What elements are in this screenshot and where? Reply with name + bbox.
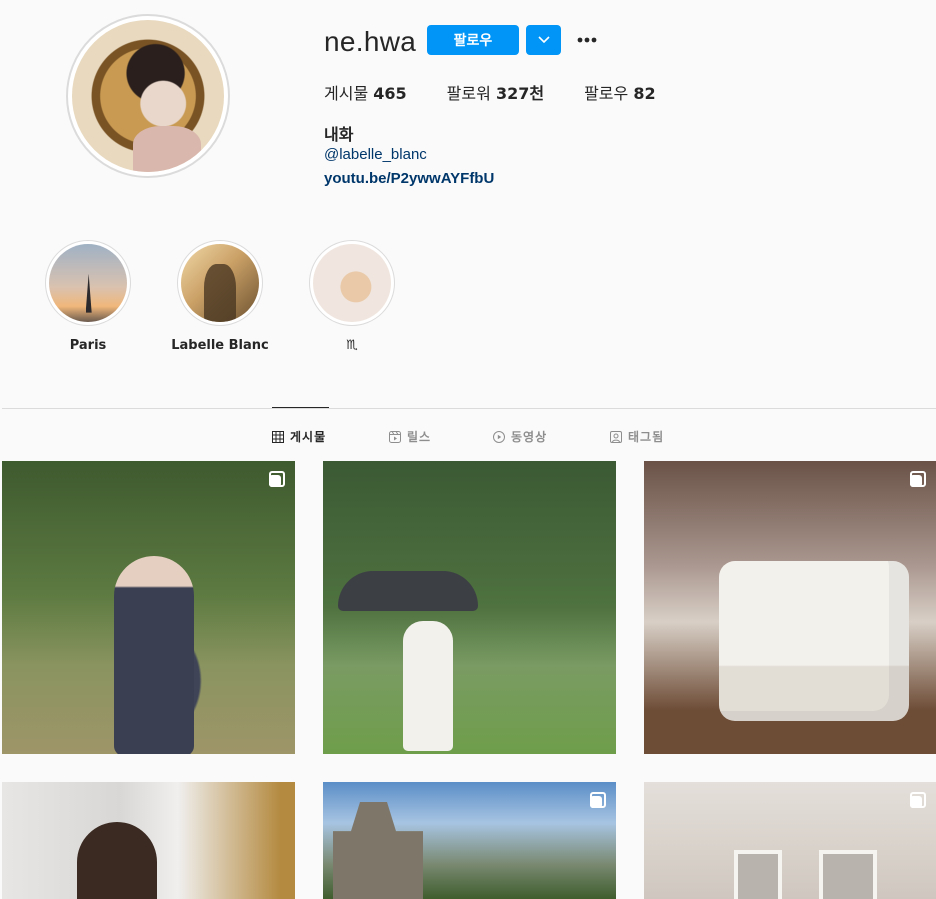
highlight-ring	[177, 240, 263, 326]
post-tile[interactable]	[323, 461, 616, 754]
chevron-down-icon	[537, 36, 550, 44]
tab-label: 태그됨	[628, 430, 665, 444]
suggested-dropdown-button[interactable]	[526, 25, 561, 55]
posts-label: 게시물	[324, 84, 369, 103]
profile-stats: 게시물 465 팔로워 327천 팔로우 82	[324, 80, 696, 104]
profile-avatar[interactable]	[66, 14, 230, 178]
highlight-label: ♏	[346, 338, 358, 353]
more-options-icon[interactable]	[573, 26, 601, 54]
highlight-image	[49, 244, 127, 322]
highlight-image	[181, 244, 259, 322]
highlight-image	[313, 244, 391, 322]
following-count[interactable]: 팔로우 82	[584, 80, 656, 104]
followers-count[interactable]: 팔로워 327천	[447, 80, 544, 104]
highlight-paris[interactable]: Paris	[38, 240, 138, 353]
tab-tagged[interactable]: 태그됨	[610, 428, 664, 445]
post-tile[interactable]	[2, 461, 295, 754]
carousel-icon	[590, 792, 606, 808]
post-tile[interactable]	[644, 782, 936, 899]
profile-username: ne.hwa	[324, 26, 417, 57]
tab-posts[interactable]: 게시물	[272, 428, 326, 445]
highlight-label: Labelle Blanc	[171, 338, 269, 353]
active-tab-indicator	[272, 407, 329, 408]
highlight-labelle-blanc[interactable]: Labelle Blanc	[170, 240, 270, 353]
highlight-ring	[45, 240, 131, 326]
tagged-icon	[610, 430, 622, 443]
post-tile[interactable]	[2, 782, 295, 899]
reels-icon	[389, 430, 401, 443]
tab-label: 게시물	[290, 430, 327, 444]
profile-external-link[interactable]: youtu.be/P2ywwAYFfbU	[324, 170, 494, 187]
tab-videos[interactable]: 동영상	[493, 428, 547, 445]
highlight-label: Paris	[69, 338, 107, 353]
avatar-image	[72, 20, 224, 172]
carousel-icon	[269, 471, 285, 487]
tab-reels[interactable]: 릴스	[389, 428, 431, 445]
profile-full-name: 내화	[324, 125, 354, 144]
carousel-icon	[910, 792, 926, 808]
tabs-divider	[2, 408, 936, 409]
tab-label: 동영상	[511, 430, 548, 444]
tab-label: 릴스	[407, 430, 432, 444]
followers-value: 327천	[495, 84, 545, 103]
post-tile[interactable]	[323, 782, 616, 899]
highlight-ring	[309, 240, 395, 326]
video-icon	[493, 430, 505, 443]
follow-button[interactable]: 팔로우	[427, 25, 519, 55]
posts-count: 게시물 465	[324, 80, 407, 104]
highlight-scorpio[interactable]: ♏	[302, 240, 402, 353]
profile-handle-link[interactable]: @labelle_blanc	[324, 146, 427, 163]
followers-label: 팔로워	[446, 84, 491, 103]
following-value: 82	[633, 84, 656, 103]
grid-icon	[272, 430, 284, 443]
post-tile[interactable]	[644, 461, 936, 754]
following-label: 팔로우	[584, 84, 629, 103]
carousel-icon	[910, 471, 926, 487]
posts-value: 465	[373, 84, 407, 103]
